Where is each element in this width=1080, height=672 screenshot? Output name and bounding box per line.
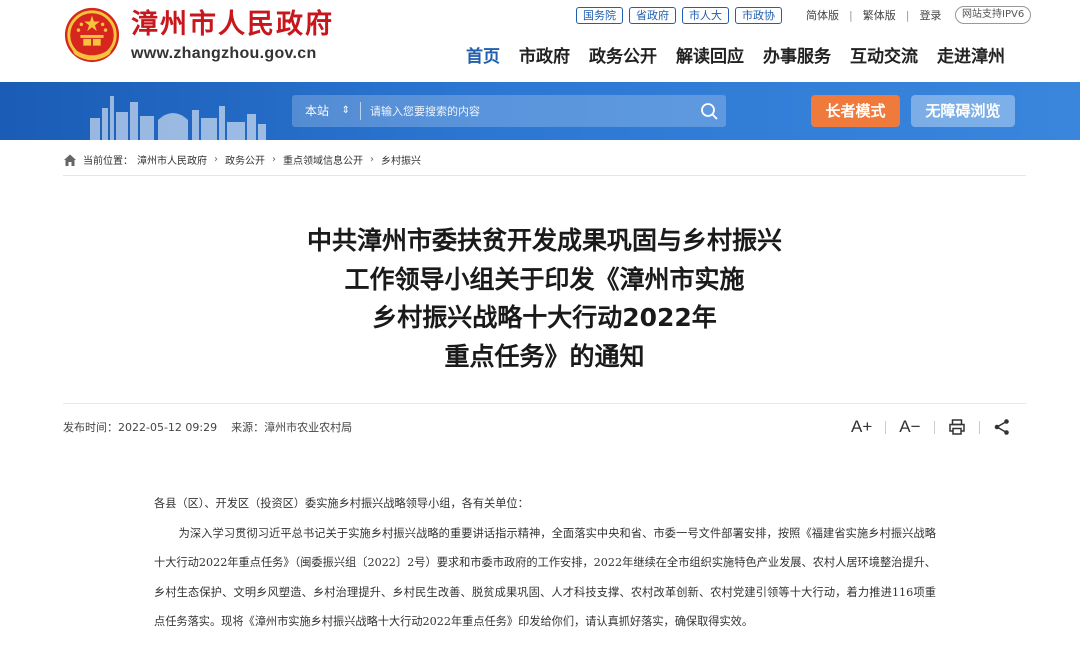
link-provincial-gov[interactable]: 省政府 <box>629 7 676 24</box>
nav-city-government[interactable]: 市政府 <box>519 46 570 68</box>
nav-interpretation[interactable]: 解读回应 <box>676 46 744 68</box>
breadcrumb-item-rural-revitalization[interactable]: 乡村振兴 <box>381 152 421 167</box>
share-icon[interactable] <box>993 418 1011 436</box>
breadcrumb-item-key-areas[interactable]: 重点领域信息公开 <box>283 152 363 167</box>
nav-about-zhangzhou[interactable]: 走进漳州 <box>937 46 1005 68</box>
article-meta: 发布时间： 2022-05-12 09:29 来源： 漳州市农业农村局 <box>63 420 352 436</box>
nav-government-affairs[interactable]: 政务公开 <box>589 46 657 68</box>
city-skyline-icon <box>90 96 266 140</box>
article-source: 漳州市农业农村局 <box>264 421 353 434</box>
link-city-cppcc[interactable]: 市政协 <box>735 7 782 24</box>
divider: | <box>905 9 910 22</box>
government-links: 国务院 省政府 市人大 市政协 <box>576 7 788 24</box>
accessible-browse-button[interactable]: 无障碍浏览 <box>911 95 1015 127</box>
chevron-right-icon: › <box>272 154 276 165</box>
main-nav: 首页 市政府 政务公开 解读回应 办事服务 互动交流 走进漳州 <box>466 46 1005 68</box>
divider <box>933 420 935 434</box>
print-icon[interactable] <box>948 418 966 436</box>
article-body: 各县（区）、开发区（投资区）委实施乡村振兴战略领导小组，各有关单位： 为深入学习… <box>154 489 936 637</box>
chevron-right-icon: › <box>214 154 218 165</box>
utility-links: 简体版 | 繁体版 | 登录 <box>806 7 941 24</box>
divider <box>63 403 1026 404</box>
site-url: www.zhangzhou.gov.cn <box>131 44 317 62</box>
chevron-right-icon: › <box>370 154 374 165</box>
national-emblem-icon <box>64 7 120 63</box>
search-button[interactable] <box>692 95 726 127</box>
search-scope-label: 本站 <box>305 104 330 118</box>
divider <box>885 420 887 434</box>
divider: | <box>849 9 853 22</box>
font-decrease-button[interactable]: A− <box>899 416 920 438</box>
article-title: 中共漳州市委扶贫开发成果巩固与乡村振兴 工作领导小组关于印发《漳州市实施 乡村振… <box>63 222 1026 376</box>
article-title-line: 乡村振兴战略十大行动2022年 <box>372 303 717 332</box>
search-banner: 本站 ⇕ 长者模式 无障碍浏览 <box>0 82 1080 140</box>
link-state-council[interactable]: 国务院 <box>576 7 623 24</box>
link-city-congress[interactable]: 市人大 <box>682 7 729 24</box>
traditional-chinese-link[interactable]: 繁体版 <box>863 7 896 24</box>
simplified-chinese-link[interactable]: 简体版 <box>806 7 839 24</box>
article-title-line: 重点任务》的通知 <box>444 341 645 371</box>
search-icon <box>701 103 718 120</box>
font-increase-button[interactable]: A+ <box>851 416 872 438</box>
site-title: 漳州市人民政府 <box>131 8 334 40</box>
article-salutation: 各县（区）、开发区（投资区）委实施乡村振兴战略领导小组，各有关单位： <box>154 497 529 510</box>
breadcrumb: 当前位置： 漳州市人民政府 › 政务公开 › 重点领域信息公开 › 乡村振兴 <box>63 150 1026 176</box>
publish-time: 2022-05-12 09:29 <box>118 421 218 434</box>
nav-home[interactable]: 首页 <box>466 46 500 68</box>
divider <box>978 420 980 434</box>
chevron-updown-icon: ⇕ <box>341 105 350 116</box>
site-logo[interactable]: 漳州市人民政府 www.zhangzhou.gov.cn <box>63 6 334 64</box>
home-icon <box>64 154 76 166</box>
search-scope-select[interactable]: 本站 ⇕ <box>292 95 360 127</box>
login-link[interactable]: 登录 <box>919 7 941 24</box>
article-tools: A+ A− <box>851 416 1011 438</box>
nav-services[interactable]: 办事服务 <box>763 46 831 68</box>
site-header: 漳州市人民政府 www.zhangzhou.gov.cn 国务院 省政府 市人大… <box>0 0 1080 82</box>
site-search: 本站 ⇕ <box>292 95 726 127</box>
article-paragraph: 为深入学习贯彻习近平总书记关于实施乡村振兴战略的重要讲话指示精神，全面落实中央和… <box>154 526 936 629</box>
nav-interaction[interactable]: 互动交流 <box>850 46 918 68</box>
source-label: 来源： <box>231 421 265 434</box>
article-title-line: 中共漳州市委扶贫开发成果巩固与乡村振兴 <box>306 226 782 255</box>
breadcrumb-label: 当前位置： <box>83 156 133 167</box>
article-title-line: 工作领导小组关于印发《漳州市实施 <box>344 264 745 294</box>
ipv6-badge: 网站支持IPV6 <box>955 6 1032 24</box>
elder-mode-button[interactable]: 长者模式 <box>811 95 900 127</box>
breadcrumb-item-government-affairs[interactable]: 政务公开 <box>225 152 265 167</box>
search-input[interactable] <box>361 95 692 127</box>
publish-time-label: 发布时间： <box>63 421 118 434</box>
breadcrumb-item-city-government[interactable]: 漳州市人民政府 <box>137 152 207 167</box>
